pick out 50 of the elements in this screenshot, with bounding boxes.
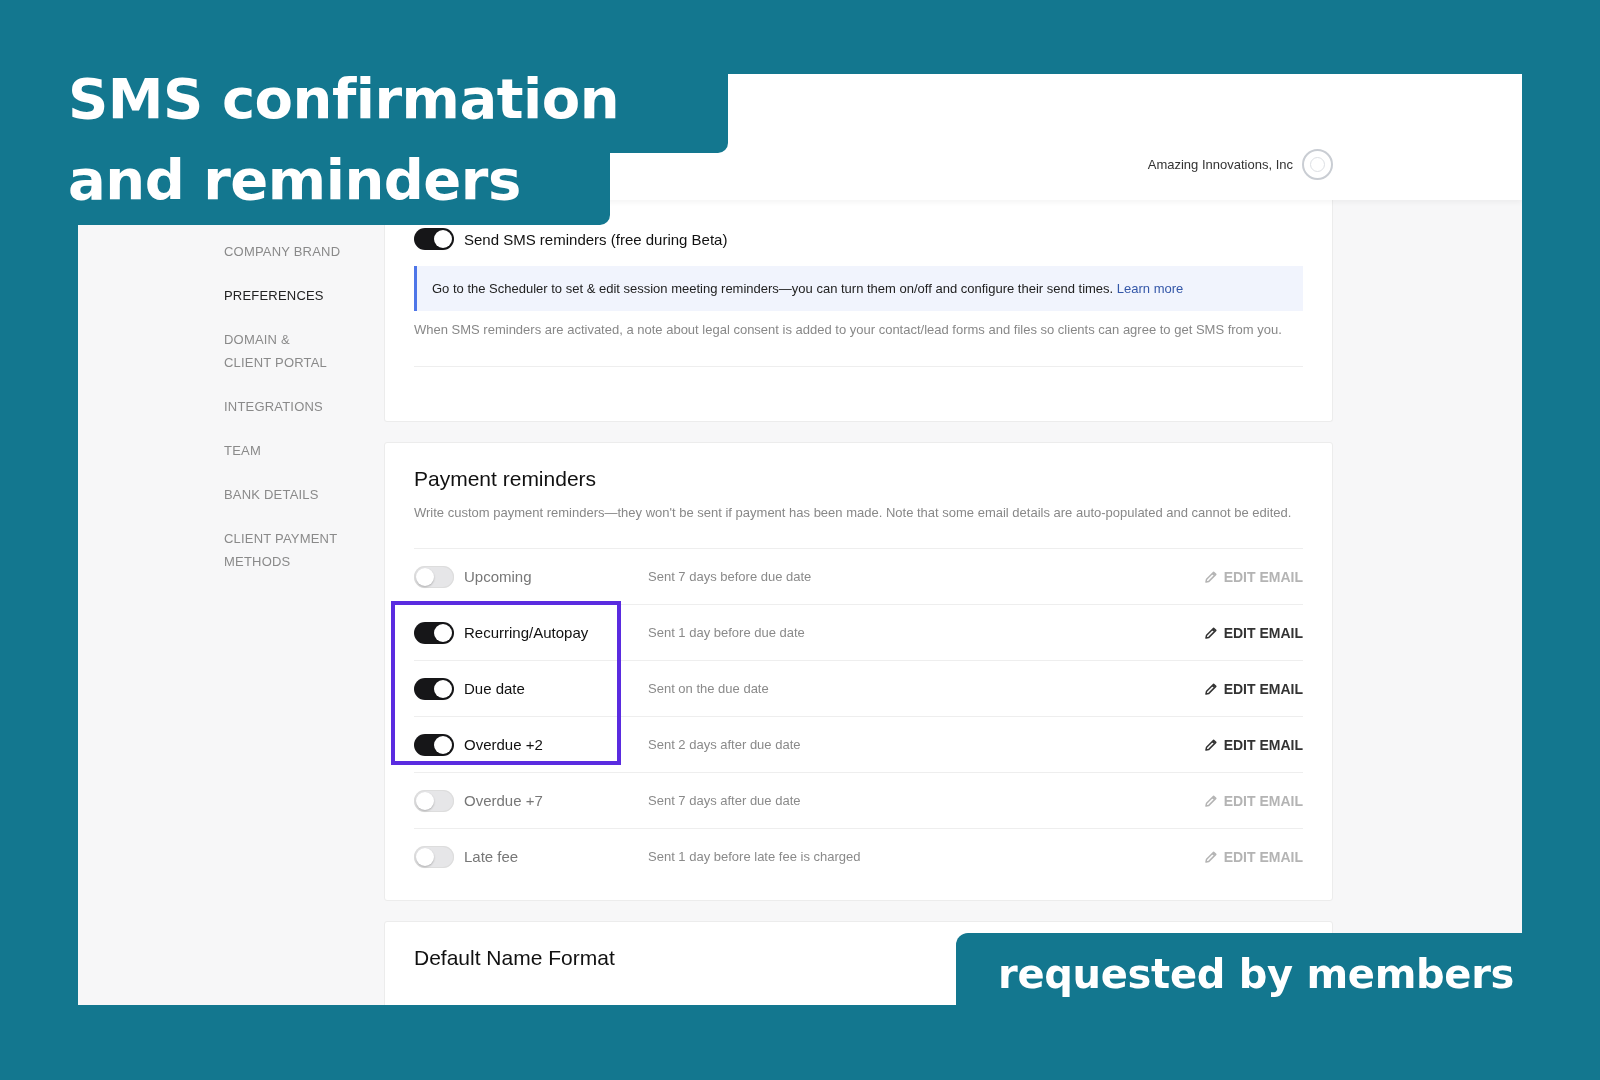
toggle-switch[interactable]	[414, 228, 454, 250]
schedule-text: Sent 7 days before due date	[648, 569, 813, 584]
toggle-switch[interactable]	[414, 845, 454, 868]
section-title: Default Name Format	[414, 946, 616, 970]
pencil-icon	[1203, 849, 1218, 864]
reminder-name: Recurring/Autopay	[464, 624, 589, 641]
pencil-icon	[1203, 681, 1218, 696]
section-title: Payment reminders	[414, 467, 598, 491]
reminder-name: Overdue +2	[464, 736, 543, 753]
info-text: Go to the Scheduler to set & edit session meeting reminders—you can turn them on/off and configure their send times. Learn more	[432, 281, 1184, 296]
sidebar-item[interactable]: INTEGRATIONS	[224, 395, 384, 418]
schedule-text: Sent on the due date	[648, 681, 770, 696]
toggle-switch[interactable]	[414, 621, 454, 644]
sidebar-item[interactable]: COMPANY BRAND	[224, 240, 384, 263]
company-name: Amazing Innovations, Inc	[1147, 156, 1293, 172]
pencil-icon	[1203, 625, 1218, 640]
edit-email-button[interactable]: EDIT EMAIL	[1203, 568, 1303, 585]
tagline: requested by members	[998, 951, 1515, 997]
sidebar-item[interactable]: BANK DETAILS	[224, 483, 384, 506]
toggle-switch[interactable]	[414, 733, 454, 756]
section-description: Write custom payment reminders—they won't be sent if payment has been made. Note that some email details are auto-populated and cannot be edited.	[414, 504, 1293, 522]
schedule-text: Sent 7 days after due date	[648, 793, 802, 808]
toggle-label: Send SMS reminders (free during Beta)	[464, 230, 728, 248]
edit-email-button[interactable]: EDIT EMAIL	[1203, 736, 1303, 753]
schedule-text: Sent 2 days after due date	[648, 737, 802, 752]
sidebar-item[interactable]: CLIENT PAYMENT METHODS	[224, 527, 384, 573]
pencil-icon	[1203, 737, 1218, 752]
schedule-text: Sent 1 day before due date	[648, 625, 806, 640]
toggle-switch[interactable]	[414, 565, 454, 588]
learn-more-link[interactable]: Learn more	[1116, 281, 1184, 296]
company-logo-icon	[1302, 148, 1333, 180]
sidebar-item[interactable]: TEAM	[224, 439, 384, 462]
note-text: When SMS reminders are activated, a note about legal consent is added to your contact/lead forms and files so clients can agree to get SMS from you.	[414, 321, 1283, 339]
headline: and reminders	[68, 150, 521, 210]
reminder-name: Due date	[464, 680, 525, 697]
schedule-text: Sent 1 day before late fee is charged	[648, 849, 862, 864]
edit-email-button[interactable]: EDIT EMAIL	[1203, 792, 1303, 809]
reminder-name: Late fee	[464, 848, 519, 865]
pencil-icon	[1203, 793, 1218, 808]
edit-email-button[interactable]: EDIT EMAIL	[1203, 680, 1303, 697]
edit-email-button[interactable]: EDIT EMAIL	[1203, 624, 1303, 641]
reminder-name: Overdue +7	[464, 792, 543, 809]
sidebar-item[interactable]: PREFERENCES	[224, 284, 384, 307]
sidebar-item[interactable]: DOMAIN & CLIENT PORTAL	[224, 328, 384, 374]
reminder-name: Upcoming	[464, 568, 532, 585]
toggle-switch[interactable]	[414, 677, 454, 700]
edit-email-button[interactable]: EDIT EMAIL	[1203, 848, 1303, 865]
toggle-switch[interactable]	[414, 789, 454, 812]
pencil-icon	[1203, 569, 1218, 584]
headline: SMS confirmation	[68, 69, 620, 129]
